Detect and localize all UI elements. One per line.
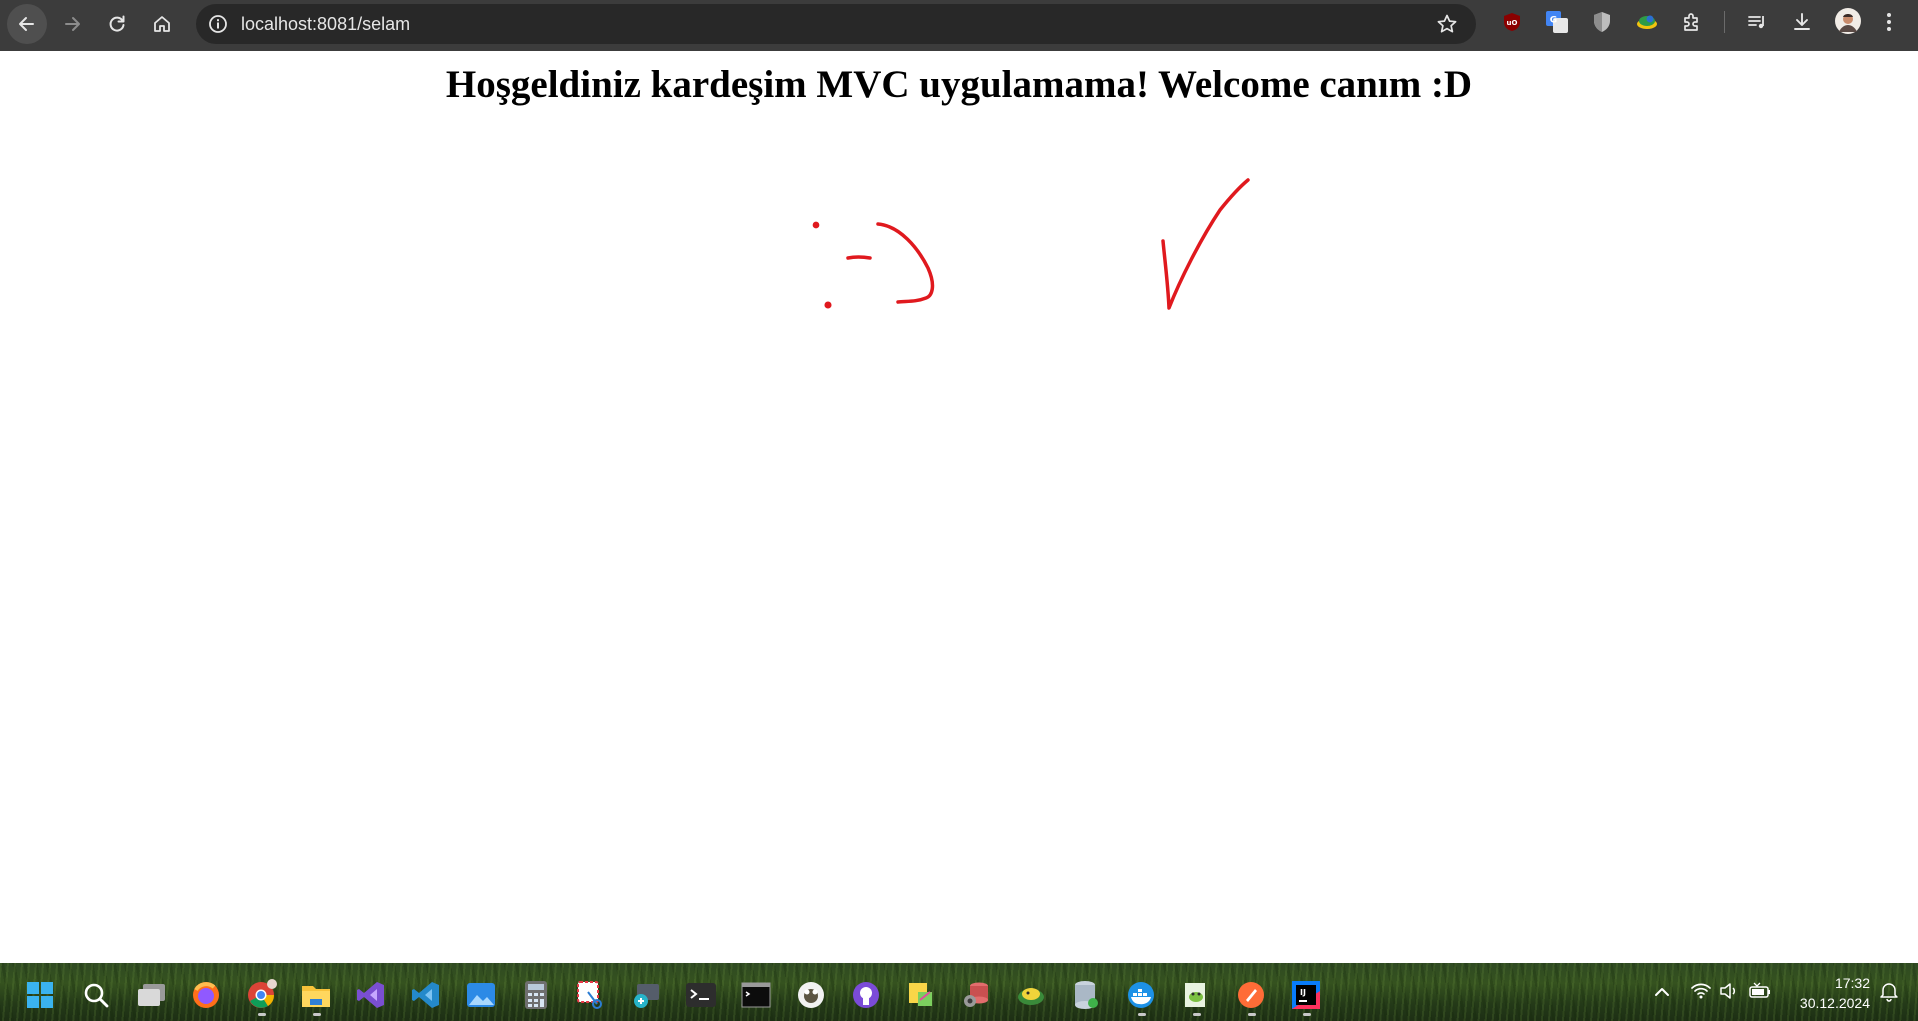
notepad-plus-plus-icon <box>1185 983 1205 1007</box>
profile-avatar[interactable] <box>1835 8 1861 34</box>
taskbar-app-photos[interactable] <box>465 979 497 1011</box>
taskbar-app-vscode[interactable] <box>410 979 442 1011</box>
intellij-idea-icon: IJ <box>1292 981 1320 1009</box>
file-explorer-icon <box>302 986 330 1007</box>
home-icon <box>154 16 170 32</box>
taskbar-app-terminal[interactable] <box>685 979 717 1011</box>
chrome-icon <box>248 979 277 1008</box>
browser-toolbar: localhost:8081/selam uO G <box>0 0 1918 51</box>
taskbar-app-firefox[interactable] <box>190 979 222 1011</box>
windows-start-icon <box>27 982 53 1008</box>
back-button[interactable] <box>7 4 47 44</box>
snipping-tool-icon <box>577 981 602 1009</box>
sql-server-icon <box>1075 981 1098 1009</box>
photos-icon <box>467 983 495 1007</box>
extensions-puzzle-icon[interactable] <box>1680 10 1704 34</box>
taskbar-app-calculator[interactable] <box>520 979 552 1011</box>
task-view-button[interactable] <box>136 979 168 1011</box>
page-heading: Hoşgeldiniz kardeşim MVC uygulamama! Wel… <box>445 63 1473 106</box>
running-indicator <box>1193 1013 1201 1016</box>
svg-text:IJ: IJ <box>1300 988 1306 997</box>
address-bar[interactable]: localhost:8081/selam <box>196 4 1476 44</box>
url-text[interactable]: localhost:8081/selam <box>241 14 410 35</box>
task-view-icon <box>138 984 165 1006</box>
clock-date: 30.12.2024 <box>1799 995 1870 1011</box>
reload-button[interactable] <box>97 4 137 44</box>
running-indicator <box>1138 1013 1146 1016</box>
taskbar-app-file-explorer[interactable] <box>300 979 332 1011</box>
taskbar-app-notepad-plus-plus[interactable] <box>1180 979 1212 1011</box>
taskbar-app-command-prompt[interactable] <box>740 979 772 1011</box>
ublock-origin-icon[interactable]: uO <box>1500 10 1524 34</box>
postman-icon <box>1238 982 1264 1008</box>
bookmark-star-icon[interactable] <box>1436 13 1458 35</box>
smiley-doodle <box>812 221 935 309</box>
taskbar-search-button[interactable] <box>80 979 112 1011</box>
shield-extension-icon[interactable] <box>1590 10 1614 34</box>
colorful-extension-icon[interactable] <box>1635 10 1659 34</box>
hand-drawn-doodle <box>812 178 1250 310</box>
downloads-icon[interactable] <box>1790 10 1814 34</box>
terminal-icon <box>686 983 716 1007</box>
media-controls-icon[interactable] <box>1745 10 1769 34</box>
taskbar-app-github-desktop[interactable] <box>850 979 882 1011</box>
taskbar-app-chrome[interactable] <box>245 979 277 1011</box>
calculator-icon <box>525 981 547 1009</box>
volume-icon[interactable] <box>1718 980 1740 1002</box>
taskbar-app-gimp[interactable] <box>795 979 827 1011</box>
command-prompt-icon <box>741 982 771 1008</box>
taskbar-app-remote-desktop[interactable] <box>630 979 662 1011</box>
forward-button[interactable] <box>52 4 92 44</box>
python-icon <box>1018 988 1044 1005</box>
google-translate-icon[interactable]: G <box>1545 10 1569 34</box>
running-indicator <box>1303 1013 1311 1016</box>
visual-studio-icon <box>357 982 384 1008</box>
site-info-icon[interactable] <box>208 14 228 34</box>
wifi-icon[interactable] <box>1690 980 1712 1002</box>
arrow-right-icon <box>65 17 80 31</box>
browser-menu-icon[interactable] <box>1882 10 1896 34</box>
database-tool-icon <box>964 982 988 1007</box>
taskbar-app-database-tool[interactable] <box>960 979 992 1011</box>
docker-icon <box>1128 982 1154 1008</box>
checkmark-doodle <box>1161 178 1250 310</box>
notification-bell-icon[interactable] <box>1878 980 1900 1002</box>
taskbar-app-snipping-tool[interactable] <box>575 979 607 1011</box>
taskbar-app-sql-server[interactable] <box>1070 979 1102 1011</box>
github-desktop-icon <box>853 982 879 1008</box>
sticky-notes-icon <box>909 983 932 1006</box>
running-indicator <box>1248 1013 1256 1016</box>
taskbar-app-python[interactable] <box>1015 979 1047 1011</box>
gimp-icon <box>798 982 824 1008</box>
battery-icon[interactable] <box>1748 980 1772 1002</box>
search-icon <box>84 983 109 1008</box>
firefox-icon <box>193 982 219 1008</box>
running-indicator <box>258 1013 266 1016</box>
clock-time: 17:32 <box>1834 975 1870 991</box>
taskbar-app-postman[interactable] <box>1235 979 1267 1011</box>
home-button[interactable] <box>142 4 182 44</box>
remote-desktop-icon <box>634 984 659 1008</box>
reload-icon <box>109 15 125 32</box>
running-indicator <box>313 1013 321 1016</box>
toolbar-divider <box>1724 11 1725 33</box>
taskbar-app-docker[interactable] <box>1125 979 1157 1011</box>
taskbar-clock[interactable]: 17:32 30.12.2024 <box>1780 973 1870 1013</box>
taskbar-app-sticky-notes[interactable] <box>905 979 937 1011</box>
windows-taskbar <box>0 963 1918 1021</box>
vscode-icon <box>412 982 439 1008</box>
arrow-left-icon <box>19 17 34 31</box>
svg-text:uO: uO <box>1507 19 1518 27</box>
chevron-up-icon[interactable] <box>1652 984 1672 1000</box>
taskbar-app-intellij-idea[interactable]: IJ <box>1290 979 1322 1011</box>
windows-start-button[interactable] <box>24 979 56 1011</box>
svg-text:G: G <box>1550 16 1557 26</box>
taskbar-app-visual-studio[interactable] <box>355 979 387 1011</box>
